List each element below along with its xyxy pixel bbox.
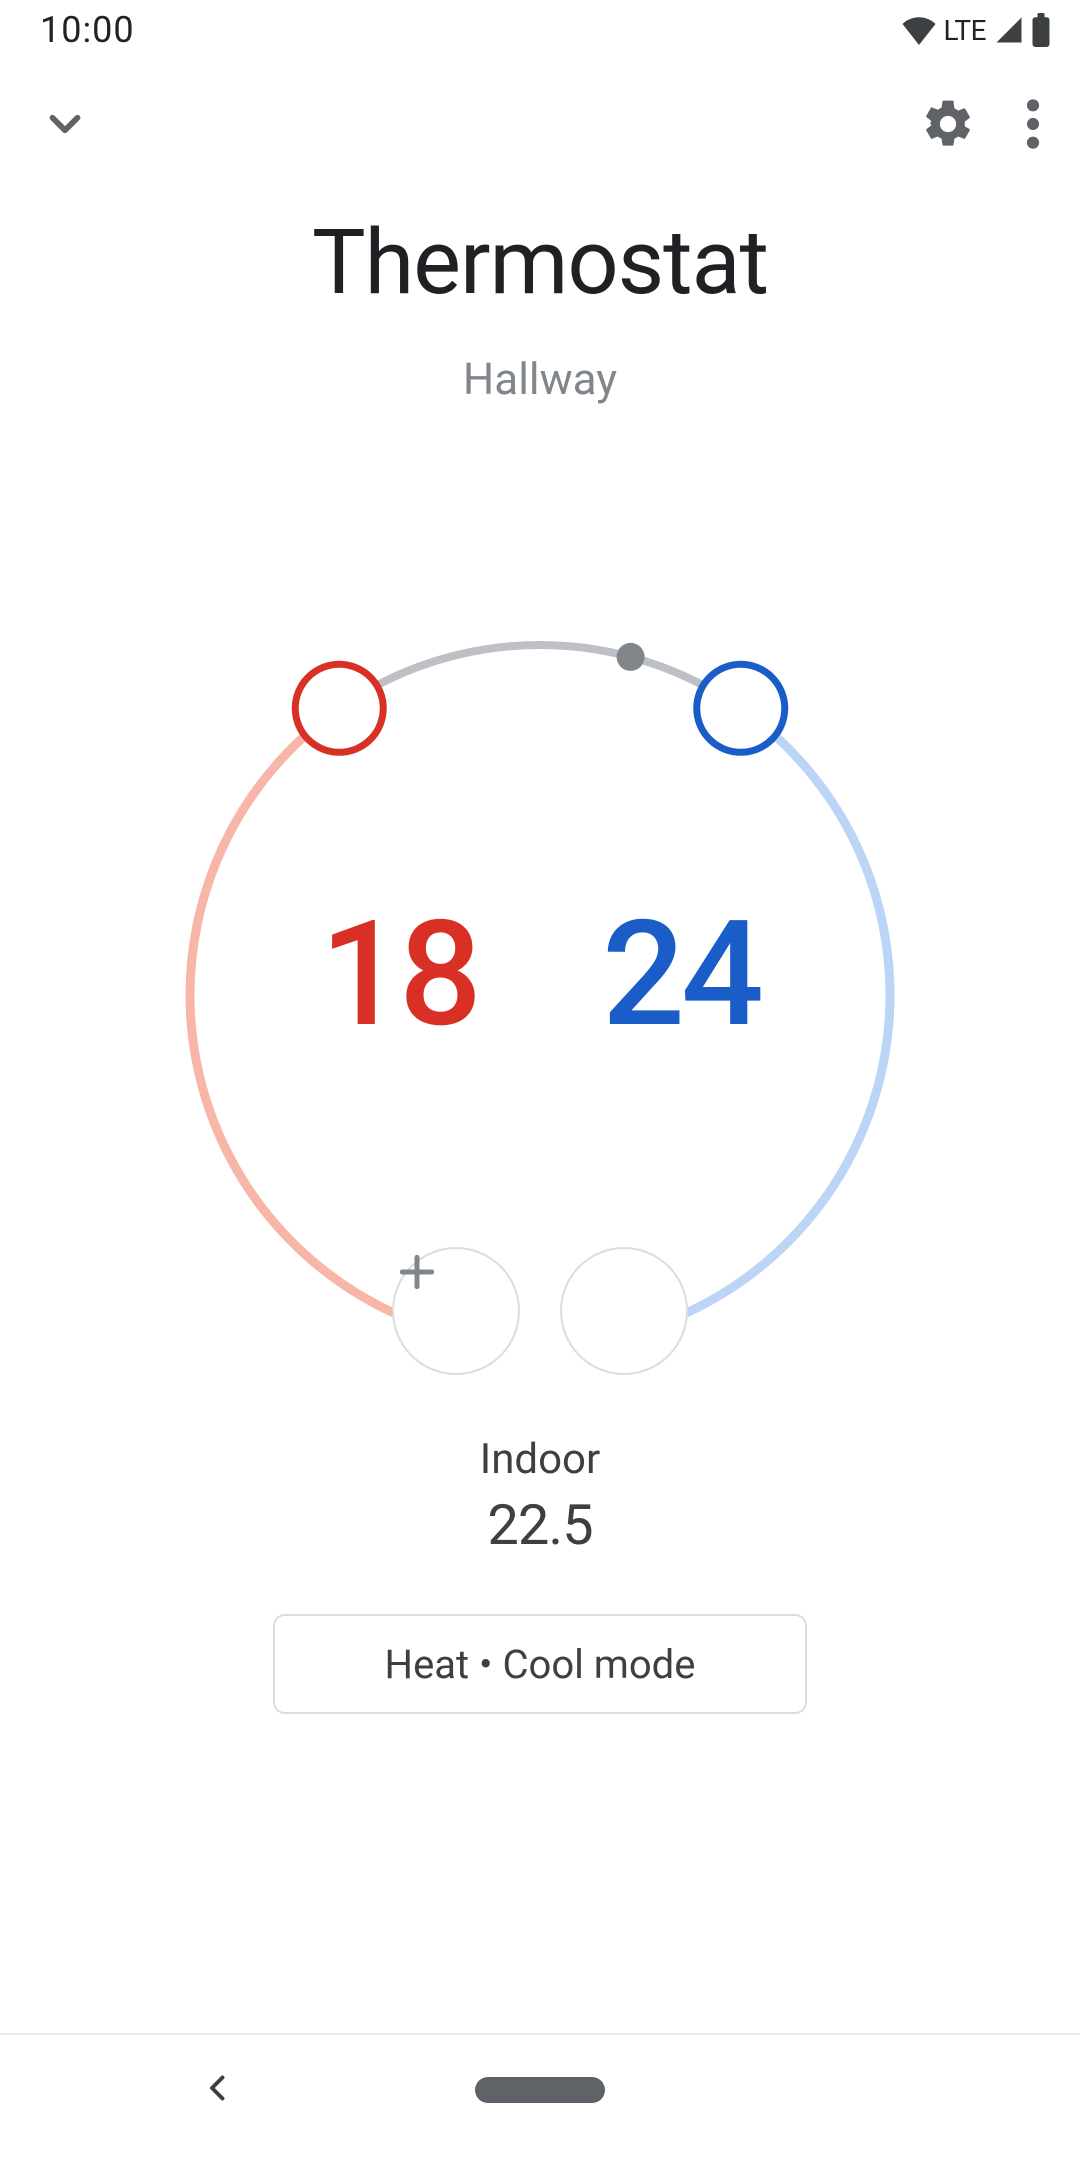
increase-button[interactable] [560, 1247, 688, 1375]
status-bar: 10:00 LTE [0, 0, 1080, 60]
cell-signal-icon [992, 15, 1026, 45]
title-section: Thermostat Hallway [0, 210, 1080, 405]
home-pill[interactable] [475, 2077, 605, 2103]
setpoint-readout: 18 24 [320, 889, 760, 1060]
settings-button[interactable] [920, 96, 976, 155]
battery-icon [1030, 13, 1052, 47]
chevron-down-icon [40, 99, 90, 152]
chevron-left-icon [200, 2070, 236, 2109]
status-time: 10:00 [40, 9, 135, 51]
network-label: LTE [944, 14, 986, 47]
indoor-value: 22.5 [0, 1492, 1080, 1558]
more-menu-button[interactable] [1026, 96, 1040, 155]
system-nav-bar [0, 2035, 1080, 2160]
cool-setpoint: 24 [602, 889, 760, 1060]
back-button[interactable] [200, 2070, 236, 2109]
app-bar [0, 60, 1080, 190]
indoor-label: Indoor [0, 1435, 1080, 1484]
thermostat-dial[interactable]: 18 24 [170, 625, 910, 1365]
cool-handle[interactable] [697, 664, 785, 752]
wifi-icon [900, 15, 938, 45]
more-vert-icon [1026, 96, 1040, 155]
collapse-button[interactable] [40, 99, 90, 152]
indoor-readout: Indoor 22.5 [0, 1435, 1080, 1558]
heat-handle[interactable] [295, 664, 383, 752]
status-icons: LTE [900, 13, 1052, 47]
gear-icon [920, 96, 976, 155]
heat-setpoint: 18 [320, 889, 478, 1060]
room-name: Hallway [0, 353, 1080, 405]
page-title: Thermostat [0, 210, 1080, 315]
mode-button[interactable]: Heat • Cool mode [273, 1614, 807, 1714]
